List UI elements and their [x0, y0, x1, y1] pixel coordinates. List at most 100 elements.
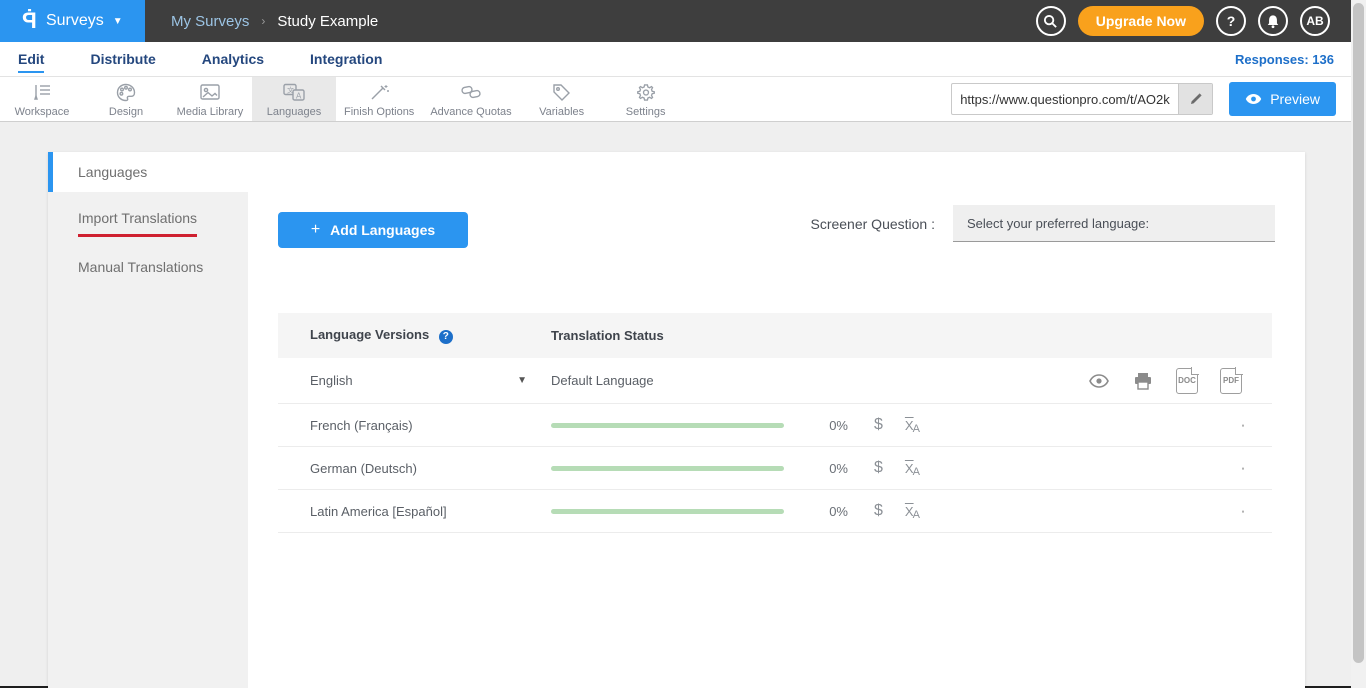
translation-progress-bar	[551, 509, 784, 514]
trash-icon	[1242, 503, 1244, 520]
auto-translate-button[interactable]: XA	[905, 504, 927, 519]
palette-icon	[116, 81, 136, 103]
breadcrumb-my-surveys[interactable]: My Surveys	[171, 13, 249, 30]
view-language-button[interactable]	[1084, 369, 1114, 393]
tag-icon	[552, 81, 572, 103]
table-row-default-language: English ▼ Default Language	[278, 358, 1272, 404]
language-name: German (Deutsch)	[310, 461, 417, 476]
languages-panel: Languages Import Translations Manual Tra…	[48, 152, 1305, 688]
translate-icon: 文 A	[282, 81, 306, 103]
language-dropdown-caret-icon[interactable]: ▼	[517, 375, 527, 386]
topbar-actions: Upgrade Now ? AB	[1036, 6, 1366, 36]
upgrade-now-button[interactable]: Upgrade Now	[1078, 6, 1204, 36]
auto-translate-button[interactable]: XA	[905, 418, 927, 433]
edit-toolbar: Workspace Design Media Library 文	[0, 77, 1366, 122]
link-icon	[460, 81, 482, 103]
sidebar-item-manual-translations[interactable]: Manual Translations	[48, 241, 248, 287]
toolbar-item-settings[interactable]: Settings	[604, 77, 688, 121]
notifications-button[interactable]	[1258, 6, 1288, 36]
page-scrollbar	[1351, 0, 1366, 688]
avatar[interactable]: AB	[1300, 6, 1330, 36]
col-language-versions: Language Versions	[310, 327, 429, 342]
toolbar-item-variables[interactable]: Variables	[520, 77, 604, 121]
languages-table: Language Versions ? Translation Status E…	[278, 313, 1272, 533]
screener-question-label: Screener Question :	[810, 216, 935, 232]
languages-side-menu: Import Translations Manual Translations	[48, 192, 248, 688]
tab-integration[interactable]: Integration	[310, 45, 382, 73]
help-icon[interactable]: ?	[439, 330, 453, 344]
table-row-language: French (Français) 0% $ XA	[278, 404, 1272, 447]
brand-menu[interactable]: Ṗ Surveys ▼	[0, 0, 145, 42]
chevron-down-icon: ▼	[113, 16, 123, 27]
trash-icon	[1242, 460, 1244, 477]
printer-icon	[1133, 372, 1153, 390]
panel-title: Languages	[48, 152, 1305, 192]
toolbar-item-workspace[interactable]: Workspace	[0, 77, 84, 121]
pencil-icon	[1189, 92, 1203, 106]
export-doc-button[interactable]: DOC	[1172, 369, 1202, 393]
workspace-icon	[31, 81, 53, 103]
add-languages-button[interactable]: + Add Languages	[278, 212, 468, 248]
order-translation-button[interactable]: $	[874, 502, 883, 520]
toolbar-item-advance-quotas[interactable]: Advance Quotas	[422, 77, 519, 121]
table-row-language: Latin America [Español] 0% $ XA	[278, 490, 1272, 533]
toolbar-item-languages[interactable]: 文 A Languages	[252, 77, 336, 121]
delete-language-button[interactable]	[1242, 499, 1272, 523]
help-button[interactable]: ?	[1216, 6, 1246, 36]
screener-question-select[interactable]: Select your preferred language:	[953, 205, 1275, 242]
translation-percent: 0%	[784, 418, 848, 433]
tab-distribute[interactable]: Distribute	[90, 45, 155, 73]
default-language-status: Default Language	[551, 373, 654, 388]
col-translation-status: Translation Status	[551, 328, 664, 343]
breadcrumb-current: Study Example	[277, 13, 378, 30]
doc-file-icon: DOC	[1176, 368, 1198, 394]
languages-content: + Add Languages Screener Question : Sele…	[248, 192, 1305, 688]
toolbar-item-media-library[interactable]: Media Library	[168, 77, 252, 121]
translation-percent: 0%	[784, 504, 848, 519]
image-icon	[199, 81, 221, 103]
default-language-name: English	[310, 373, 353, 388]
search-button[interactable]	[1036, 6, 1066, 36]
translation-progress-bar	[551, 466, 784, 471]
translation-progress-bar	[551, 423, 784, 428]
pdf-file-icon: PDF	[1220, 368, 1242, 394]
language-name: Latin America [Español]	[310, 504, 447, 519]
table-header-row: Language Versions ? Translation Status	[278, 313, 1272, 358]
brand-label: Surveys	[46, 12, 104, 30]
responses-count[interactable]: Responses: 136	[1235, 52, 1334, 67]
tab-edit[interactable]: Edit	[18, 45, 44, 73]
toolbar-item-design[interactable]: Design	[84, 77, 168, 121]
table-row-language: German (Deutsch) 0% $ XA	[278, 447, 1272, 490]
auto-translate-button[interactable]: XA	[905, 461, 927, 476]
toolbar-item-finish-options[interactable]: Finish Options	[336, 77, 422, 121]
edit-url-button[interactable]	[1178, 83, 1212, 115]
breadcrumb-separator-icon: ›	[261, 14, 265, 28]
survey-url-box	[951, 83, 1213, 115]
eye-icon	[1089, 374, 1109, 388]
delete-language-button[interactable]	[1242, 456, 1272, 480]
delete-language-button[interactable]	[1242, 413, 1272, 437]
print-language-button[interactable]	[1128, 369, 1158, 393]
sidebar-item-import-translations[interactable]: Import Translations	[48, 192, 248, 241]
bell-icon	[1266, 14, 1280, 29]
scrollbar-thumb[interactable]	[1353, 3, 1364, 663]
tab-analytics[interactable]: Analytics	[202, 45, 264, 73]
trash-icon	[1242, 417, 1244, 434]
preview-button[interactable]: Preview	[1229, 82, 1336, 116]
eye-icon	[1245, 93, 1262, 105]
order-translation-button[interactable]: $	[874, 416, 883, 434]
search-icon	[1043, 14, 1058, 29]
survey-url-input[interactable]	[952, 92, 1178, 107]
translation-percent: 0%	[784, 461, 848, 476]
magic-wand-icon	[369, 81, 390, 103]
gear-icon	[636, 81, 656, 103]
language-name: French (Français)	[310, 418, 413, 433]
section-nav: Edit Distribute Analytics Integration Re…	[0, 42, 1366, 77]
svg-text:A: A	[296, 91, 302, 100]
svg-text:文: 文	[287, 85, 294, 94]
top-bar: Ṗ Surveys ▼ My Surveys › Study Example U…	[0, 0, 1366, 42]
export-pdf-button[interactable]: PDF	[1216, 369, 1246, 393]
plus-icon: +	[311, 221, 320, 239]
breadcrumb: My Surveys › Study Example	[171, 13, 378, 30]
order-translation-button[interactable]: $	[874, 459, 883, 477]
